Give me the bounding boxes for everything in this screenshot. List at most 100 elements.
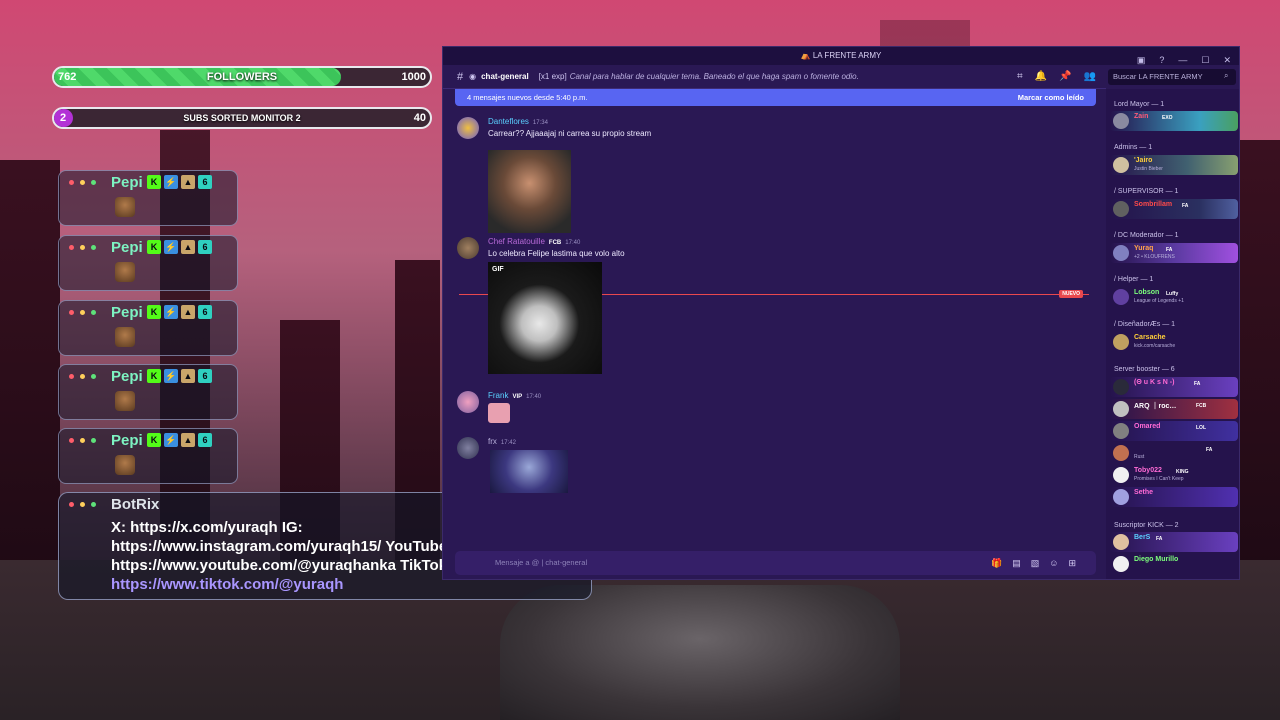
member-item[interactable]: Diego Murillo — [1110, 554, 1238, 574]
image-attachment[interactable] — [488, 150, 571, 233]
chat-card: Pepi K ⚡ ▲ 6 — [58, 235, 238, 291]
gif-icon[interactable]: ▤ — [1012, 558, 1021, 569]
minimize-icon[interactable]: — — [1178, 51, 1187, 69]
emote-image — [115, 391, 135, 411]
member-tag: FA — [1166, 247, 1173, 253]
channel-topic: Canal para hablar de cualquier tema. Ban… — [569, 72, 859, 81]
apps-icon[interactable]: ⊞ — [1068, 558, 1076, 569]
avatar[interactable] — [457, 117, 479, 139]
close-icon[interactable]: ✕ — [1223, 51, 1231, 69]
member-status: kick.com/carsache — [1134, 343, 1176, 349]
gift-icon[interactable]: 🎁 — [991, 558, 1002, 569]
user-badges: K ⚡ ▲ 6 — [147, 369, 212, 383]
role-category: Admins — 1 — [1114, 144, 1153, 151]
role-category: / DiseñadorÆs — 1 — [1114, 321, 1176, 328]
message-list: Danteflores 17:34 Carrear?? Ajjaaajaj ni … — [443, 109, 1106, 549]
new-messages-bar[interactable]: 4 mensajes nuevos desde 5:40 p.m. Marcar… — [455, 89, 1096, 106]
member-item[interactable]: Sombrillam FA — [1110, 199, 1238, 219]
member-item[interactable]: Carsache kick.com/carsache — [1110, 332, 1238, 352]
avatar — [1113, 201, 1129, 217]
new-tag: NUEVO — [1059, 290, 1083, 298]
member-name: BerS — [1134, 534, 1151, 541]
avatar — [1113, 489, 1129, 505]
chat-username: Pepi — [111, 304, 143, 321]
member-item[interactable]: Lobson Luffy League of Legends +1 — [1110, 287, 1238, 307]
member-item[interactable]: 'Jairo Justin Bieber — [1110, 155, 1238, 175]
avatar — [1113, 113, 1129, 129]
chat-card: Pepi K ⚡ ▲ 6 — [58, 364, 238, 420]
message-text: Carrear?? Ajjaaajaj ni carrea su propio … — [488, 129, 652, 138]
image-attachment[interactable] — [490, 450, 568, 493]
role-category: / Helper — 1 — [1114, 276, 1154, 283]
member-tag: KING — [1176, 469, 1189, 475]
user-badges: K ⚡ ▲ 6 — [147, 240, 212, 254]
sticker-icon[interactable]: ▧ — [1031, 558, 1040, 569]
notifications-icon[interactable]: 🔔 — [1035, 71, 1047, 82]
message-author[interactable]: Frank — [488, 391, 508, 400]
subs-label: SUBS SORTED MONITOR 2 — [183, 113, 301, 123]
pin-icon[interactable]: 📌 — [1059, 71, 1071, 82]
followers-label: FOLLOWERS — [206, 71, 278, 83]
gif-label: GIF — [492, 266, 504, 273]
mark-read-button[interactable]: Marcar como leído — [1018, 89, 1084, 106]
message-author[interactable]: Danteflores — [488, 117, 529, 126]
avatar[interactable] — [457, 237, 479, 259]
user-badges: K ⚡ ▲ 6 — [147, 433, 212, 447]
member-item[interactable]: Zain EXO — [1110, 111, 1238, 131]
member-status: Justin Bieber — [1134, 166, 1163, 172]
inbox-icon[interactable]: ▣ — [1137, 51, 1146, 69]
avatar — [1113, 556, 1129, 572]
member-item[interactable]: BerS FA — [1110, 532, 1238, 552]
chat-username: Pepi — [111, 239, 143, 256]
member-item[interactable]: FA Rust — [1110, 443, 1238, 463]
window-titlebar: ⛺ LA FRENTE ARMY ▣? — ☐ ✕ — [443, 47, 1239, 65]
avatar[interactable] — [457, 391, 479, 413]
avatar — [1113, 157, 1129, 173]
chat-card: Pepi K ⚡ ▲ 6 — [58, 300, 238, 356]
avatar[interactable] — [457, 437, 479, 459]
message-time: 17:42 — [500, 440, 516, 446]
message-text: Lo celebra Felipe lastima que volo alto — [488, 249, 625, 258]
followers-goal-bar: 762 FOLLOWERS 1000 — [52, 66, 432, 88]
member-name: Yuraq — [1134, 245, 1154, 252]
search-input[interactable]: Buscar LA FRENTE ARMY — [1108, 69, 1236, 85]
avatar — [1113, 334, 1129, 350]
member-tag: LOL — [1196, 425, 1206, 431]
role-category: / DC Moderador — 1 — [1114, 232, 1179, 239]
message-author[interactable]: Chef Ratatouille — [488, 237, 545, 246]
member-status: Rust — [1134, 454, 1145, 460]
member-name: Sombrillam — [1134, 201, 1173, 208]
help-icon[interactable]: ? — [1159, 51, 1164, 69]
channel-header: # ◉ chat-general [x1 exp] Canal para hab… — [443, 65, 1106, 89]
members-icon[interactable]: 👥 — [1084, 71, 1096, 82]
message-author[interactable]: frx — [488, 437, 497, 446]
channel-name: chat-general — [481, 72, 529, 81]
member-name: Zain — [1134, 113, 1149, 120]
emote-image — [115, 455, 135, 475]
member-item[interactable]: Sethe — [1110, 487, 1238, 507]
threads-icon[interactable]: ⌗ — [1017, 71, 1023, 82]
member-item[interactable]: (Θ u K s N -) FA — [1110, 377, 1238, 397]
chat-username: BotRix — [111, 496, 160, 513]
member-tag: FA — [1206, 447, 1213, 453]
user-badges: K ⚡ ▲ 6 — [147, 305, 212, 319]
topic-prefix: [x1 exp] — [538, 72, 567, 81]
vehicle — [500, 585, 900, 720]
member-name: ARQ ｜roc… — [1134, 403, 1177, 410]
followers-goal: 1000 — [401, 71, 426, 83]
subs-goal: 40 — [413, 112, 426, 124]
member-item[interactable]: Yuraq FA +2 • KLOUFRENS — [1110, 243, 1238, 263]
member-item[interactable]: Omared LOL — [1110, 421, 1238, 441]
avatar — [1113, 445, 1129, 461]
member-item[interactable]: Toby022 KING Promises I Can't Keep — [1110, 465, 1238, 485]
avatar — [1113, 245, 1129, 261]
maximize-icon[interactable]: ☐ — [1201, 51, 1209, 69]
user-badges: K ⚡ ▲ 6 — [147, 175, 212, 189]
gif-attachment[interactable]: GIF — [488, 262, 602, 374]
search-icon[interactable]: ⌕ — [1224, 71, 1228, 81]
emoji-icon[interactable]: ☺ — [1049, 558, 1058, 569]
member-name: Toby022 — [1134, 467, 1162, 474]
chat-username: Pepi — [111, 432, 143, 449]
member-item[interactable]: ARQ ｜roc… FCB — [1110, 399, 1238, 419]
sticker-attachment[interactable] — [488, 403, 510, 423]
